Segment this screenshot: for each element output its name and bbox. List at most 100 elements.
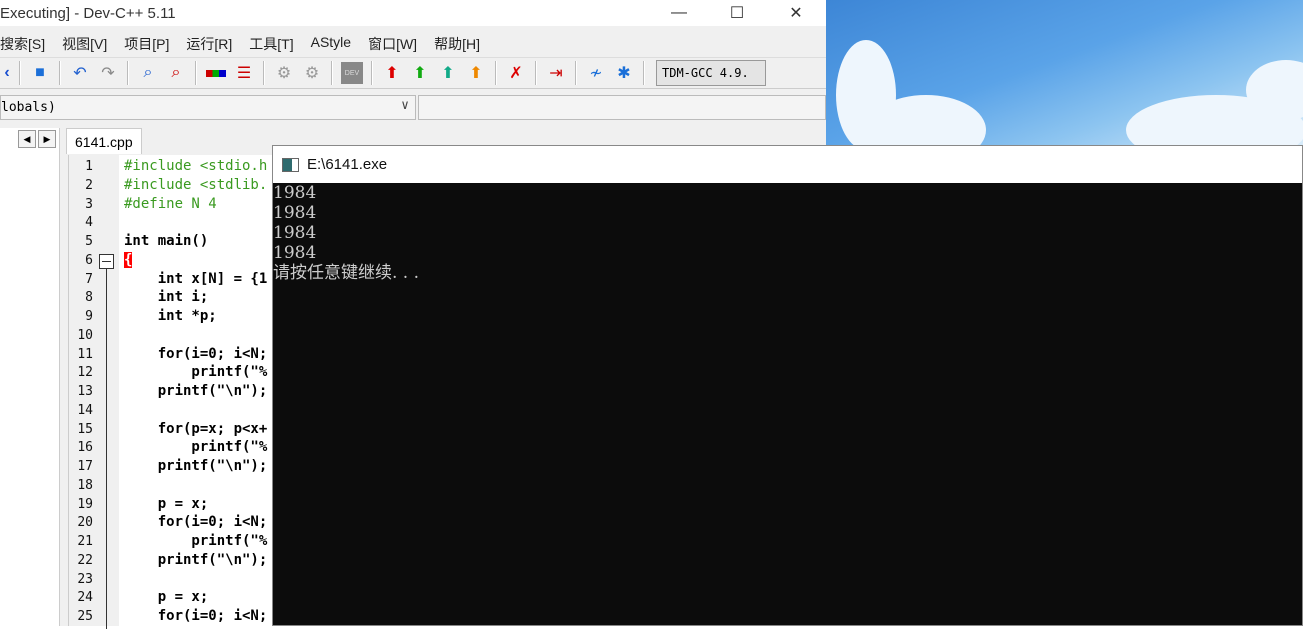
line-number: 17: [77, 459, 93, 474]
code-line: for(i=0; i<N;: [124, 514, 268, 531]
project-pane: [0, 128, 60, 626]
symbol-combo[interactable]: [418, 95, 826, 120]
menu-run[interactable]: 运行[R]: [186, 30, 241, 56]
compiler-select[interactable]: TDM-GCC 4.9.: [656, 60, 766, 86]
undo-icon[interactable]: ↶: [69, 62, 91, 84]
line-number: 6: [85, 252, 93, 268]
code-line: int main(): [124, 233, 209, 249]
line-number: 18: [77, 477, 93, 493]
code-line: #define N 4: [124, 195, 217, 212]
code-line: printf("%: [124, 364, 268, 381]
code-line: p = x;: [124, 589, 209, 606]
indent-icon[interactable]: [205, 62, 227, 84]
line-number: 25: [77, 609, 93, 624]
line-number: 11: [77, 346, 93, 362]
redo-icon[interactable]: ↷: [97, 62, 119, 84]
code-line: int *p;: [124, 308, 217, 324]
class-browser-icon[interactable]: ■: [29, 62, 51, 84]
line-number: 9: [85, 309, 93, 324]
code-line: printf("%: [124, 533, 268, 549]
console-line: 1984: [273, 183, 317, 203]
toolbar: ‹ ■ ↶ ↷ ⌕ ⌕ ☰ ⚙ ⚙ DEV ⬆ ⬆ ⬆ ⬆ ✗ ⇥ ≁ ✱ TD…: [0, 57, 826, 89]
menu-astyle[interactable]: AStyle: [311, 30, 360, 56]
menu-bar: 搜索[S] 视图[V] 项目[P] 运行[R] 工具[T] AStyle 窗口[…: [0, 30, 497, 56]
console-title: E:\6141.exe: [307, 156, 388, 173]
menu-window[interactable]: 窗口[W]: [368, 30, 426, 56]
line-number: 14: [77, 402, 93, 418]
dev-icon[interactable]: DEV: [341, 62, 363, 84]
line-number: 13: [77, 384, 93, 399]
menu-help[interactable]: 帮助[H]: [434, 30, 489, 56]
code-line: for(i=0; i<N;: [124, 345, 268, 362]
goto-icon[interactable]: ⇥: [545, 62, 567, 84]
debug-icon[interactable]: ⬆: [437, 62, 459, 84]
code-line: int x[N] = {1: [124, 270, 268, 287]
fold-line: [106, 269, 107, 629]
line-number: 7: [85, 271, 93, 287]
fold-collapse-icon[interactable]: [99, 254, 114, 269]
code-line: {: [124, 251, 133, 271]
matched-brace: {: [124, 251, 133, 268]
scope-combo[interactable]: lobals) ∨: [0, 95, 416, 120]
console-line: 1984: [273, 223, 317, 243]
tab-scroll-left-button[interactable]: ◀: [18, 130, 36, 148]
profile-icon[interactable]: ⬆: [465, 62, 487, 84]
run-icon[interactable]: ⚙: [301, 62, 323, 84]
menu-search[interactable]: 搜索[S]: [0, 30, 54, 56]
line-number: 16: [77, 440, 93, 456]
tab-scroll-right-button[interactable]: ▶: [38, 130, 56, 148]
code-line: printf("%: [124, 439, 268, 456]
line-number: 24: [77, 590, 93, 606]
compile-icon[interactable]: ⚙: [273, 62, 295, 84]
code-line: for(i=0; i<N;: [124, 608, 268, 624]
line-number: 10: [77, 327, 93, 343]
line-number: 1: [85, 159, 93, 174]
console-window[interactable]: E:\6141.exe 1984 1984 1984 1984 请按任意键继续. . .: [272, 145, 1303, 626]
code-line: for(p=x; p<x+: [124, 420, 268, 437]
stop-icon[interactable]: ✗: [505, 62, 527, 84]
profile-analysis-icon[interactable]: ✱: [613, 62, 635, 84]
desktop-wallpaper: [826, 0, 1303, 145]
compile-run-icon[interactable]: ⬆: [381, 62, 403, 84]
close-file-icon[interactable]: ‹: [3, 62, 11, 84]
line-number: 15: [77, 421, 93, 437]
replace-icon[interactable]: ⌕: [165, 62, 187, 84]
code-line: printf("\n");: [124, 551, 268, 568]
console-line: 请按任意键继续. . .: [273, 263, 420, 283]
code-line: printf("\n");: [124, 458, 268, 474]
chevron-down-icon[interactable]: ∨: [401, 98, 409, 113]
minimize-button[interactable]: —: [650, 0, 708, 26]
code-line: #include <stdio.h: [124, 158, 268, 174]
close-button[interactable]: ✕: [767, 0, 825, 26]
line-number: 19: [77, 496, 93, 512]
maximize-button[interactable]: ☐: [708, 0, 766, 26]
console-title-bar: E:\6141.exe: [273, 146, 1302, 183]
line-number: 5: [85, 234, 93, 249]
code-line: printf("\n");: [124, 383, 268, 399]
find-icon[interactable]: ⌕: [137, 62, 159, 84]
menu-tools[interactable]: 工具[T]: [249, 30, 302, 56]
scope-combo-value: lobals): [1, 100, 56, 115]
chart-icon[interactable]: ≁: [585, 62, 607, 84]
unindent-icon[interactable]: ☰: [233, 62, 255, 84]
code-line: p = x;: [124, 495, 209, 512]
tab-6141-cpp[interactable]: 6141.cpp: [66, 128, 142, 154]
line-number: 23: [77, 571, 93, 587]
line-number: 3: [85, 196, 93, 212]
line-number: 8: [85, 290, 93, 306]
console-app-icon: [282, 157, 299, 172]
console-line: 1984: [273, 243, 317, 263]
menu-project[interactable]: 项目[P]: [124, 30, 178, 56]
console-line: 1984: [273, 203, 317, 223]
code-line: int i;: [124, 289, 209, 306]
line-number: 20: [77, 515, 93, 531]
window-title: Executing] - Dev-C++ 5.11: [0, 4, 176, 22]
line-number: 22: [77, 552, 93, 568]
line-number: 4: [85, 215, 93, 231]
menu-view[interactable]: 视图[V]: [62, 30, 116, 56]
line-number: 21: [77, 534, 93, 549]
console-output: 1984 1984 1984 1984 请按任意键继续. . .: [273, 183, 1302, 283]
line-number: 2: [85, 177, 93, 193]
rebuild-icon[interactable]: ⬆: [409, 62, 431, 84]
line-number: 12: [77, 365, 93, 381]
